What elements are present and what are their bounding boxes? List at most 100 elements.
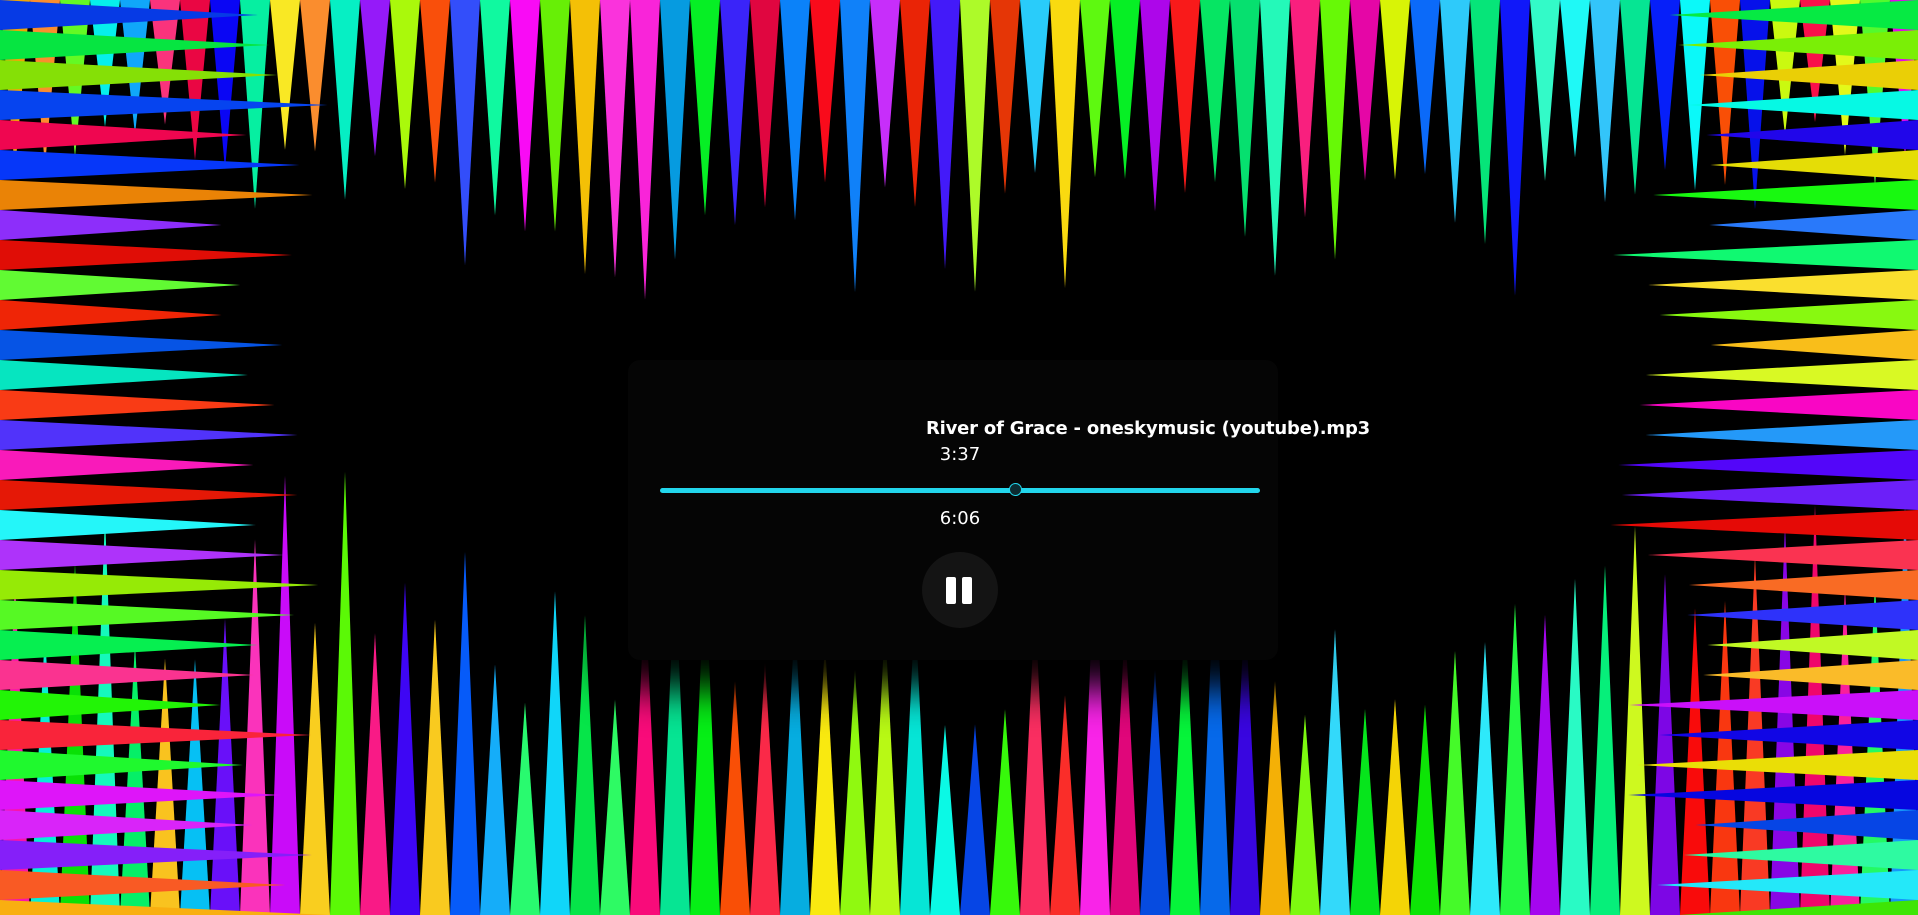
visualizer-spike-10 <box>300 0 330 152</box>
visualizer-spike-147 <box>0 570 319 600</box>
visualizer-spike-137 <box>0 270 241 300</box>
visualizer-spike-113 <box>1470 642 1500 915</box>
visualizer-spike-81 <box>510 702 540 915</box>
visualizer-spike-153 <box>0 750 243 780</box>
visualizer-spike-84 <box>600 699 630 915</box>
visualizer-spike-74 <box>300 622 330 915</box>
visualizer-spike-49 <box>1470 0 1500 244</box>
visualizer-spike-168 <box>1648 270 1918 300</box>
visualizer-spike-33 <box>990 0 1020 194</box>
visualizer-spike-19 <box>570 0 600 275</box>
visualizer-spike-56 <box>1680 0 1710 191</box>
visualizer-spike-138 <box>0 300 222 330</box>
visualizer-spike-144 <box>0 480 298 510</box>
visualizer-spike-88 <box>720 681 750 915</box>
title-wrap: River of Grace - oneskymusic (youtube).m… <box>818 390 1478 439</box>
visualizer-spike-54 <box>1620 0 1650 195</box>
visualizer-spike-34 <box>1020 0 1050 173</box>
visualizer-spike-28 <box>840 0 870 293</box>
visualizer-spike-26 <box>780 0 810 221</box>
visualizer-spike-106 <box>1260 680 1290 915</box>
visualizer-spike-101 <box>1110 622 1140 915</box>
visualizer-spike-50 <box>1500 0 1530 296</box>
visualizer-spike-176 <box>1610 510 1918 540</box>
visualizer-spike-112 <box>1440 650 1470 915</box>
visualizer-spike-17 <box>510 0 540 232</box>
visualizer-spike-148 <box>0 600 295 630</box>
visualizer-spike-52 <box>1560 0 1590 158</box>
visualizer-spike-7 <box>210 0 240 170</box>
visualizer-spike-152 <box>0 720 312 750</box>
visualizer-spike-30 <box>900 0 930 208</box>
visualizer-spike-25 <box>750 0 780 208</box>
visualizer-spike-117 <box>1590 565 1620 915</box>
visualizer-spike-111 <box>1410 704 1440 915</box>
visualizer-spike-136 <box>0 240 292 270</box>
visualizer-spike-83 <box>570 615 600 915</box>
visualizer-spike-47 <box>1410 0 1440 175</box>
visualizer-spike-77 <box>390 582 420 915</box>
visualizer-spike-76 <box>360 633 390 915</box>
visualizer-spike-53 <box>1590 0 1620 203</box>
visualizer-spike-114 <box>1500 604 1530 915</box>
seek-thumb[interactable] <box>1008 483 1022 496</box>
visualizer-spike-21 <box>630 0 660 300</box>
visualizer-spike-140 <box>0 360 248 390</box>
visualizer-spike-57 <box>1710 0 1740 185</box>
visualizer-spike-146 <box>0 540 285 570</box>
visualizer-spike-92 <box>840 669 870 915</box>
visualizer-spike-91 <box>810 641 840 915</box>
visualizer-spike-97 <box>990 709 1020 915</box>
visualizer-spike-46 <box>1380 0 1410 180</box>
visualizer-spike-36 <box>1080 0 1110 178</box>
visualizer-spike-116 <box>1560 578 1590 915</box>
visualizer-spike-182 <box>1629 690 1918 720</box>
visualizer-spike-82 <box>540 591 570 915</box>
seek-bar[interactable] <box>660 483 1260 496</box>
visualizer-spike-167 <box>1613 240 1918 270</box>
visualizer-spike-99 <box>1050 694 1080 915</box>
visualizer-spike-75 <box>330 472 360 915</box>
visualizer-spike-16 <box>480 0 510 216</box>
visualizer-spike-69 <box>150 658 180 915</box>
visualizer-spike-102 <box>1140 669 1170 915</box>
visualizer-spike-108 <box>1320 629 1350 915</box>
visualizer-spike-18 <box>540 0 570 232</box>
visualizer-spike-13 <box>390 0 420 190</box>
visualizer-spike-179 <box>1687 600 1918 630</box>
visualizer-spike-23 <box>690 0 720 216</box>
visualizer-spike-40 <box>1200 0 1230 183</box>
visualizer-spike-143 <box>0 450 254 480</box>
audio-player: River of Grace - oneskymusic (youtube).m… <box>628 360 1370 660</box>
visualizer-spike-11 <box>330 0 360 200</box>
visualizer-spike-45 <box>1350 0 1380 181</box>
visualizer-spike-38 <box>1140 0 1170 212</box>
visualizer-spike-79 <box>450 551 480 915</box>
visualizer-spike-139 <box>0 330 283 360</box>
visualizer-spike-73 <box>270 475 300 915</box>
visualizer-spike-175 <box>1621 480 1918 510</box>
visualizer-spike-51 <box>1530 0 1560 182</box>
visualizer-spike-96 <box>960 724 990 915</box>
visualizer-spike-31 <box>930 0 960 269</box>
visualizer-spike-95 <box>930 724 960 915</box>
visualizer-spike-12 <box>360 0 390 157</box>
visualizer-spike-71 <box>210 618 240 915</box>
visualizer-spike-171 <box>1645 360 1918 390</box>
visualizer-spike-141 <box>0 390 275 420</box>
visualizer-spike-89 <box>750 662 780 915</box>
visualizer-spike-149 <box>0 630 258 660</box>
visualizer-spike-107 <box>1290 714 1320 915</box>
visualizer-spike-118 <box>1620 526 1650 915</box>
visualizer-spike-172 <box>1639 390 1918 420</box>
visualizer-spike-55 <box>1650 0 1680 170</box>
visualizer-spike-169 <box>1659 300 1918 330</box>
visualizer-spike-42 <box>1260 0 1290 276</box>
visualizer-spike-24 <box>720 0 750 226</box>
visualizer-spike-142 <box>0 420 298 450</box>
play-pause-button[interactable] <box>922 552 998 628</box>
visualizer-spike-93 <box>870 622 900 915</box>
visualizer-spike-70 <box>180 659 210 915</box>
visualizer-spike-132 <box>0 120 247 150</box>
visualizer-spike-174 <box>1618 450 1918 480</box>
